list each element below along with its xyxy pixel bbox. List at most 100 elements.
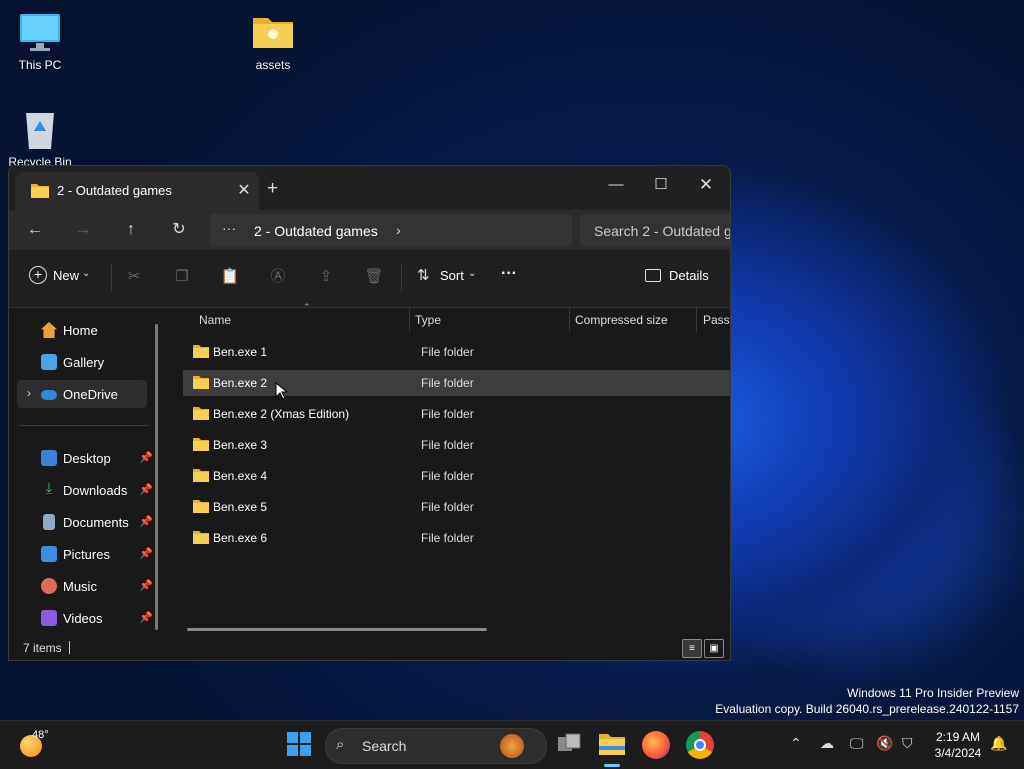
sidebar-item-label: Videos: [63, 611, 103, 626]
sidebar-item-label: Documents: [63, 515, 129, 530]
sidebar-item-pictures[interactable]: Pictures 📌: [17, 540, 153, 568]
refresh-icon[interactable]: ↻: [167, 218, 191, 242]
pin-icon[interactable]: 📌: [139, 611, 153, 624]
details-button[interactable]: Details: [669, 268, 709, 283]
back-arrow-icon[interactable]: ←: [23, 218, 47, 242]
taskbar-search[interactable]: ⌕ Search: [325, 728, 547, 764]
address-bar[interactable]: ··· 2 - Outdated games ›: [210, 214, 572, 246]
copy-icon[interactable]: ❐: [171, 266, 193, 288]
desktop-icon-recycle-bin[interactable]: Recycle Bin: [0, 107, 80, 169]
pin-icon[interactable]: 📌: [139, 515, 153, 528]
paste-icon[interactable]: 📋: [219, 266, 241, 288]
chrome-icon[interactable]: [686, 731, 714, 759]
file-row[interactable]: Ben.exe 6 File folder: [183, 525, 730, 551]
desktop-icon-assets[interactable]: assets: [233, 10, 313, 72]
column-header-password[interactable]: Passw: [703, 313, 730, 327]
column-header-type[interactable]: Type: [415, 313, 441, 327]
volume-muted-icon[interactable]: 🔇: [876, 735, 893, 752]
sidebar-item-documents[interactable]: Documents 📌: [17, 508, 153, 536]
sidebar-item-music[interactable]: Music 📌: [17, 572, 153, 600]
column-separator[interactable]: [409, 308, 410, 332]
maximize-button[interactable]: ☐: [638, 170, 684, 200]
delete-icon[interactable]: 🗑: [363, 266, 385, 288]
pin-icon[interactable]: 📌: [139, 547, 153, 560]
system-clock[interactable]: 2:19 AM 3/4/2024: [930, 729, 986, 761]
sidebar-scrollbar[interactable]: [155, 324, 158, 630]
pin-icon[interactable]: 📌: [139, 483, 153, 496]
breadcrumb-current[interactable]: 2 - Outdated games: [254, 223, 378, 239]
file-name: Ben.exe 2: [213, 376, 268, 390]
title-bar[interactable]: 2 - Outdated games ✕ + — ☐ ✕: [9, 166, 730, 210]
security-shield-icon[interactable]: ⛉: [902, 735, 913, 752]
cloud-icon: [41, 390, 57, 400]
sidebar-item-onedrive[interactable]: › OneDrive: [17, 380, 147, 408]
sidebar-item-videos[interactable]: Videos 📌: [17, 604, 153, 632]
file-row[interactable]: Ben.exe 2 File folder: [183, 370, 730, 396]
chevron-down-icon: ⌄: [468, 268, 477, 279]
show-hidden-icons-chevron-icon[interactable]: ⌃: [790, 735, 802, 752]
tiles-view-icon[interactable]: ▣: [704, 639, 724, 658]
sidebar-item-home[interactable]: Home: [17, 316, 147, 344]
more-options-button[interactable]: ···: [501, 265, 517, 283]
desktop-icon-this-pc[interactable]: This PC: [0, 10, 80, 72]
up-arrow-icon[interactable]: ↑: [119, 218, 143, 242]
file-type: File folder: [421, 500, 474, 514]
column-separator[interactable]: [569, 308, 570, 332]
forward-arrow-icon[interactable]: →: [71, 218, 95, 242]
document-icon: [43, 514, 55, 530]
folder-icon: [193, 531, 209, 544]
chevron-right-icon[interactable]: ›: [27, 386, 31, 400]
sidebar-item-label: Gallery: [63, 355, 105, 370]
desktop-icon-label: This PC: [18, 58, 62, 72]
status-bar: 7 items ≡ ▣: [9, 636, 730, 660]
pin-icon[interactable]: 📌: [139, 579, 153, 592]
file-explorer-taskbar-icon[interactable]: [598, 731, 626, 759]
pin-icon[interactable]: 📌: [139, 451, 153, 464]
pictures-icon: [41, 546, 57, 562]
search-input[interactable]: Search 2 - Outdated games: [594, 223, 730, 239]
navigation-bar: ← → ↑ ↻ ··· 2 - Outdated games › Search …: [9, 210, 730, 250]
sidebar-item-label: OneDrive: [63, 387, 118, 402]
file-name: Ben.exe 4: [213, 469, 268, 483]
notification-bell-icon[interactable]: 🔔: [990, 735, 1007, 752]
file-row[interactable]: Ben.exe 4 File folder: [183, 463, 730, 489]
sidebar-item-desktop[interactable]: Desktop 📌: [17, 444, 153, 472]
sort-button[interactable]: Sort: [440, 268, 464, 283]
sidebar-item-label: Downloads: [63, 483, 128, 498]
tab-outdated-games[interactable]: 2 - Outdated games ✕: [15, 172, 259, 210]
breadcrumb-more-button[interactable]: ···: [222, 220, 236, 236]
onedrive-offline-icon[interactable]: ☁: [820, 735, 834, 752]
tab-close-button[interactable]: ✕: [234, 181, 254, 201]
close-button[interactable]: ✕: [683, 170, 729, 200]
new-tab-button[interactable]: +: [267, 178, 278, 200]
task-view-icon[interactable]: [556, 731, 584, 759]
file-row[interactable]: Ben.exe 5 File folder: [183, 494, 730, 520]
display-icon[interactable]: 🖵: [850, 735, 864, 752]
rename-icon[interactable]: Ⓐ: [267, 266, 289, 288]
mouse-cursor-icon: [275, 381, 289, 405]
details-view-icon[interactable]: ≡: [682, 639, 702, 658]
sidebar-item-gallery[interactable]: Gallery: [17, 348, 147, 376]
column-header-compressed-size[interactable]: Compressed size: [575, 313, 668, 327]
watermark-build: Evaluation copy. Build 26040.rs_prerelea…: [715, 702, 1019, 716]
column-header-name[interactable]: Name: [199, 313, 231, 327]
new-button[interactable]: New: [53, 268, 79, 283]
file-name: Ben.exe 3: [213, 438, 268, 452]
clock-time: 2:19 AM: [935, 730, 981, 744]
horizontal-scrollbar[interactable]: [187, 628, 487, 631]
search-box[interactable]: Search 2 - Outdated games: [580, 214, 730, 246]
firefox-icon[interactable]: [642, 731, 670, 759]
folder-icon: [193, 376, 209, 389]
file-row[interactable]: Ben.exe 1 File folder: [183, 339, 730, 365]
sidebar-item-downloads[interactable]: ⤓ Downloads 📌: [17, 476, 153, 504]
start-windows-icon[interactable]: [286, 731, 314, 759]
file-row[interactable]: Ben.exe 3 File folder: [183, 432, 730, 458]
cut-icon[interactable]: ✂: [123, 266, 145, 288]
minimize-button[interactable]: —: [593, 170, 639, 200]
folder-icon: [193, 345, 209, 358]
chevron-right-icon[interactable]: ›: [396, 222, 401, 238]
column-separator[interactable]: [696, 308, 697, 332]
file-row[interactable]: Ben.exe 2 (Xmas Edition) File folder: [183, 401, 730, 427]
share-icon[interactable]: ⇪: [315, 266, 337, 288]
file-type: File folder: [421, 407, 474, 421]
